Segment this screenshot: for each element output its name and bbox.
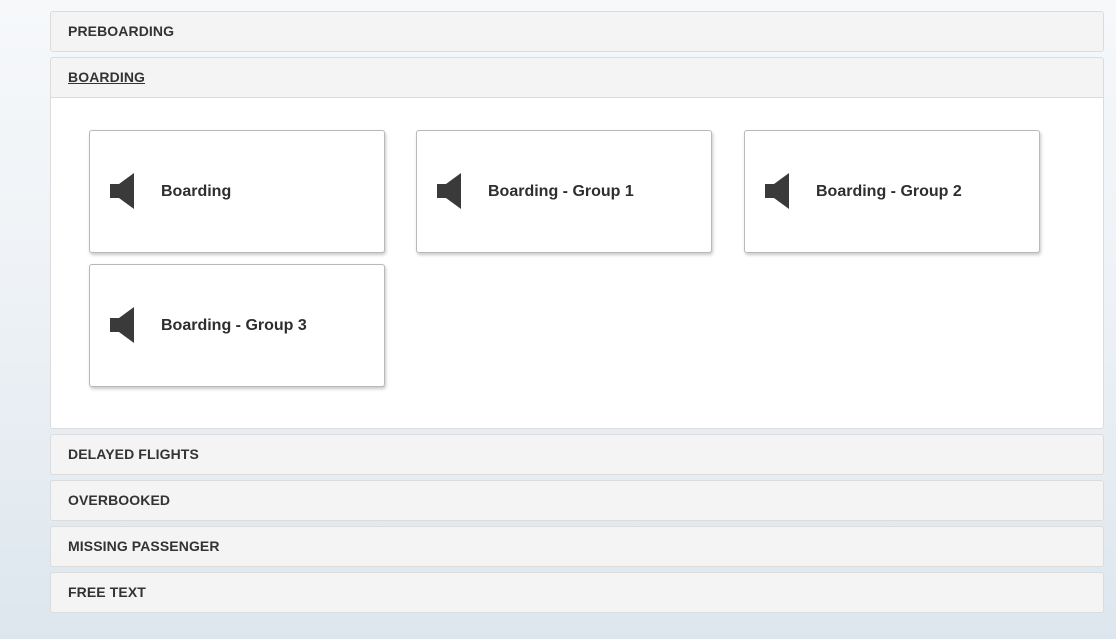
announcement-tile-boarding-group-1[interactable]: Boarding - Group 1 [416, 130, 712, 253]
section-delayed-flights: DELAYED FLIGHTS [50, 434, 1104, 475]
tile-label: Boarding - Group 3 [161, 317, 307, 334]
section-label-missing-passenger: MISSING PASSENGER [68, 538, 220, 554]
speaker-icon [437, 173, 461, 209]
section-header-missing-passenger[interactable]: MISSING PASSENGER [50, 526, 1104, 567]
announcement-tile-boarding-group-2[interactable]: Boarding - Group 2 [744, 130, 1040, 253]
boarding-panel: Boarding Boarding - Group 1 Boarding - G… [50, 98, 1104, 429]
section-free-text: FREE TEXT [50, 572, 1104, 613]
section-label-overbooked: OVERBOOKED [68, 492, 171, 508]
section-label-delayed-flights: DELAYED FLIGHTS [68, 446, 199, 462]
section-label-boarding: BOARDING [68, 69, 146, 85]
section-boarding: BOARDING Boarding Boarding - Group 1 Boa… [50, 57, 1104, 429]
announcement-tile-boarding-group-3[interactable]: Boarding - Group 3 [89, 264, 385, 387]
section-header-free-text[interactable]: FREE TEXT [50, 572, 1104, 613]
section-header-delayed-flights[interactable]: DELAYED FLIGHTS [50, 434, 1104, 475]
section-label-preboarding: PREBOARDING [68, 23, 175, 39]
tile-label: Boarding - Group 1 [488, 183, 634, 200]
section-overbooked: OVERBOOKED [50, 480, 1104, 521]
section-header-overbooked[interactable]: OVERBOOKED [50, 480, 1104, 521]
section-preboarding: PREBOARDING [50, 11, 1104, 52]
announcement-accordion: PREBOARDING BOARDING Boarding Boarding -… [50, 11, 1104, 618]
section-label-free-text: FREE TEXT [68, 584, 146, 600]
section-header-boarding[interactable]: BOARDING [50, 57, 1104, 98]
speaker-icon [110, 307, 134, 343]
speaker-icon [765, 173, 789, 209]
section-header-preboarding[interactable]: PREBOARDING [50, 11, 1104, 52]
tile-label: Boarding [161, 183, 232, 200]
section-missing-passenger: MISSING PASSENGER [50, 526, 1104, 567]
tile-label: Boarding - Group 2 [816, 183, 962, 200]
speaker-icon [110, 173, 134, 209]
announcement-tile-boarding[interactable]: Boarding [89, 130, 385, 253]
